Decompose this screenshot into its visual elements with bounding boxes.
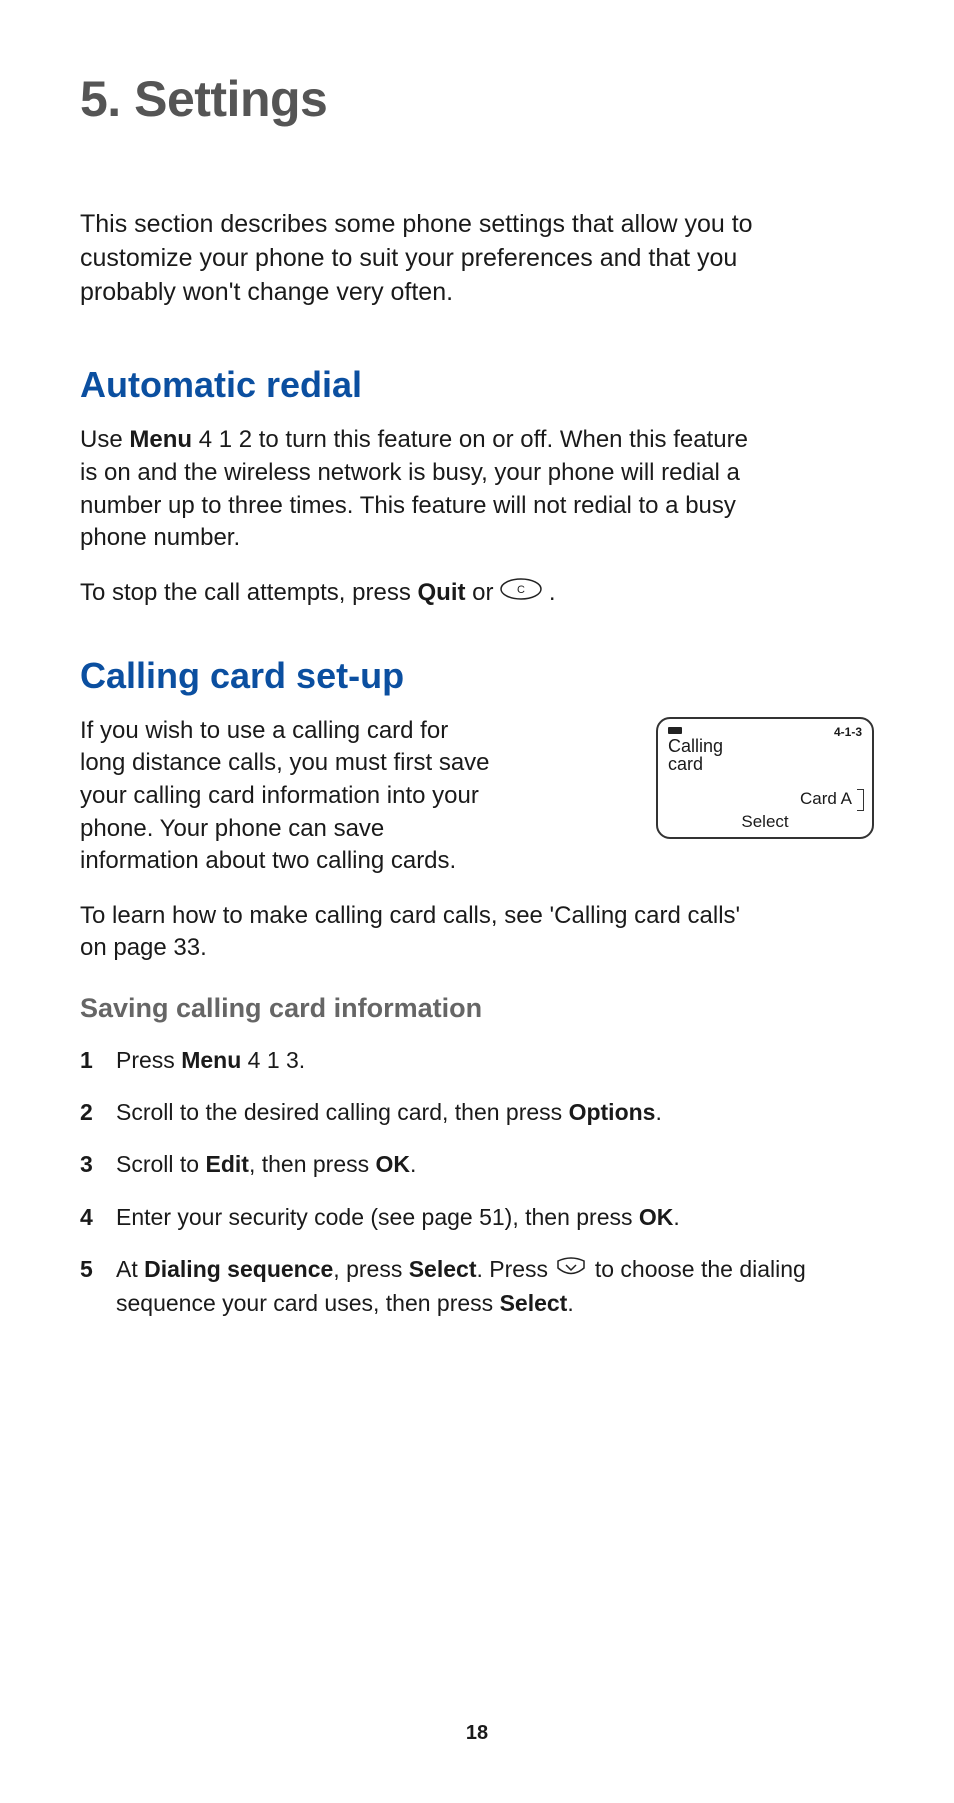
ok-label: OK — [639, 1204, 674, 1230]
screen-bracket-icon — [857, 789, 864, 811]
phone-screen-illustration: 4-1-3 Calling card Card A Select — [656, 717, 874, 839]
screen-menu-path: 4-1-3 — [834, 725, 862, 739]
screen-item: Card A — [800, 789, 852, 809]
section-calling-card: Calling card set-up 4-1-3 Calling card C… — [80, 655, 874, 1339]
step-text: Scroll to Edit, then press OK. — [116, 1148, 416, 1180]
menu-label: Menu — [181, 1047, 241, 1073]
section-heading: Automatic redial — [80, 364, 874, 406]
text: . — [410, 1151, 416, 1177]
step-number: 3 — [80, 1148, 98, 1180]
step-number: 5 — [80, 1253, 98, 1319]
step-text: At Dialing sequence, press Select. Press… — [116, 1253, 874, 1319]
text: . — [542, 579, 555, 606]
paragraph: To learn how to make calling card calls,… — [80, 900, 760, 965]
text: or — [466, 579, 501, 606]
text: . — [567, 1290, 573, 1316]
text: Scroll to — [116, 1151, 205, 1177]
text: At — [116, 1256, 144, 1282]
list-item: 2 Scroll to the desired calling card, th… — [80, 1096, 874, 1128]
scroll-down-key-icon — [554, 1255, 588, 1287]
text: . — [655, 1099, 661, 1125]
menu-label: Menu — [129, 426, 192, 453]
document-page: 5. Settings This section describes some … — [0, 0, 954, 1803]
paragraph: If you wish to use a calling card for lo… — [80, 715, 500, 878]
options-label: Options — [569, 1099, 656, 1125]
text: , press — [333, 1256, 408, 1282]
text: . Press — [476, 1256, 554, 1282]
section-automatic-redial: Automatic redial Use Menu 4 1 2 to turn … — [80, 364, 874, 609]
step-number: 1 — [80, 1044, 98, 1076]
select-label: Select — [500, 1290, 568, 1316]
text: Scroll to the desired calling card, then… — [116, 1099, 569, 1125]
c-key-icon: C — [500, 577, 542, 610]
step-text: Scroll to the desired calling card, then… — [116, 1096, 662, 1128]
quit-label: Quit — [418, 579, 466, 606]
step-number: 2 — [80, 1096, 98, 1128]
text: Enter your security code (see page 51), … — [116, 1204, 639, 1230]
paragraph: To stop the call attempts, press Quit or… — [80, 577, 760, 610]
select-label: Select — [409, 1256, 477, 1282]
text: Press — [116, 1047, 181, 1073]
text: 4 1 3. — [241, 1047, 305, 1073]
text: To stop the call attempts, press — [80, 579, 418, 606]
step-text: Press Menu 4 1 3. — [116, 1044, 305, 1076]
list-item: 1 Press Menu 4 1 3. — [80, 1044, 874, 1076]
svg-text:C: C — [517, 584, 525, 596]
paragraph: Use Menu 4 1 2 to turn this feature on o… — [80, 424, 760, 555]
text: Calling — [668, 736, 723, 756]
section-heading: Calling card set-up — [80, 655, 874, 697]
step-number: 4 — [80, 1201, 98, 1233]
text: , then press — [249, 1151, 376, 1177]
battery-icon — [668, 727, 682, 734]
screen-softkey: Select — [658, 812, 872, 832]
list-item: 3 Scroll to Edit, then press OK. — [80, 1148, 874, 1180]
text: . — [673, 1204, 679, 1230]
text: Use — [80, 426, 129, 453]
edit-label: Edit — [205, 1151, 248, 1177]
list-item: 4 Enter your security code (see page 51)… — [80, 1201, 874, 1233]
dialing-sequence-label: Dialing sequence — [144, 1256, 333, 1282]
steps-list: 1 Press Menu 4 1 3. 2 Scroll to the desi… — [80, 1044, 874, 1319]
ok-label: OK — [376, 1151, 411, 1177]
list-item: 5 At Dialing sequence, press Select. Pre… — [80, 1253, 874, 1319]
page-number: 18 — [0, 1722, 954, 1745]
phone-screen: 4-1-3 Calling card Card A Select — [656, 717, 874, 839]
step-text: Enter your security code (see page 51), … — [116, 1201, 680, 1233]
text: card — [668, 754, 703, 774]
sub-heading: Saving calling card information — [80, 993, 874, 1024]
page-title: 5. Settings — [80, 70, 874, 128]
screen-title: Calling card — [668, 737, 723, 773]
intro-paragraph: This section describes some phone settin… — [80, 208, 760, 309]
